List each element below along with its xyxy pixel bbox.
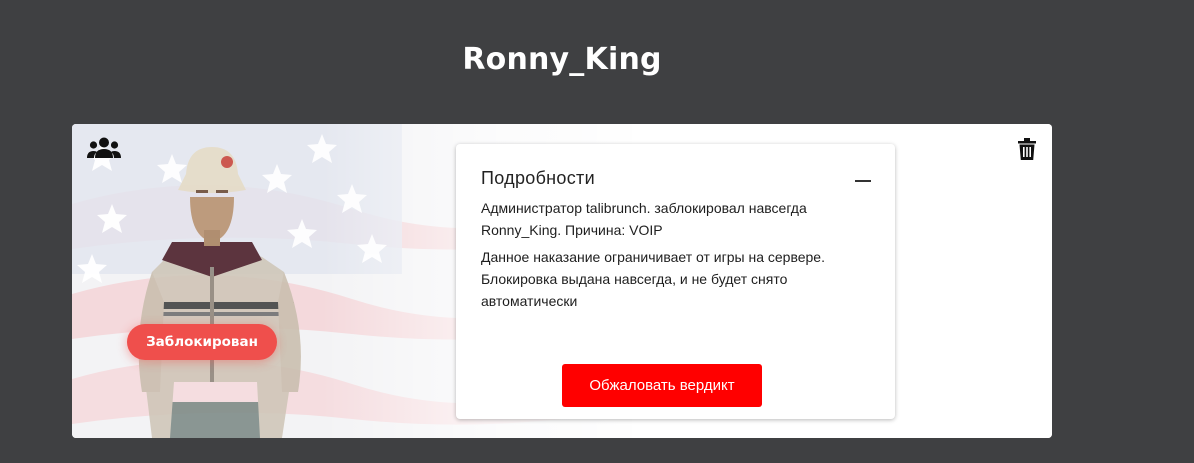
users-icon [87, 137, 121, 158]
ban-summary-text: Администратор talibrunch. заблокировал н… [481, 200, 807, 238]
page-title: Ronny_King [462, 42, 662, 77]
appeal-button[interactable]: Обжаловать вердикт [562, 364, 762, 407]
status-badge: Заблокирован [127, 324, 277, 360]
trash-icon[interactable] [1018, 138, 1036, 160]
minus-icon[interactable] [855, 180, 871, 182]
ban-card: Заблокирован Подробности Администратор t… [72, 124, 1052, 438]
details-panel: Подробности Администратор talibrunch. за… [456, 144, 895, 419]
character-skin-image [138, 147, 301, 438]
ban-explanation-text: Данное наказание ограничивает от игры на… [481, 249, 825, 309]
details-title: Подробности [481, 168, 595, 188]
